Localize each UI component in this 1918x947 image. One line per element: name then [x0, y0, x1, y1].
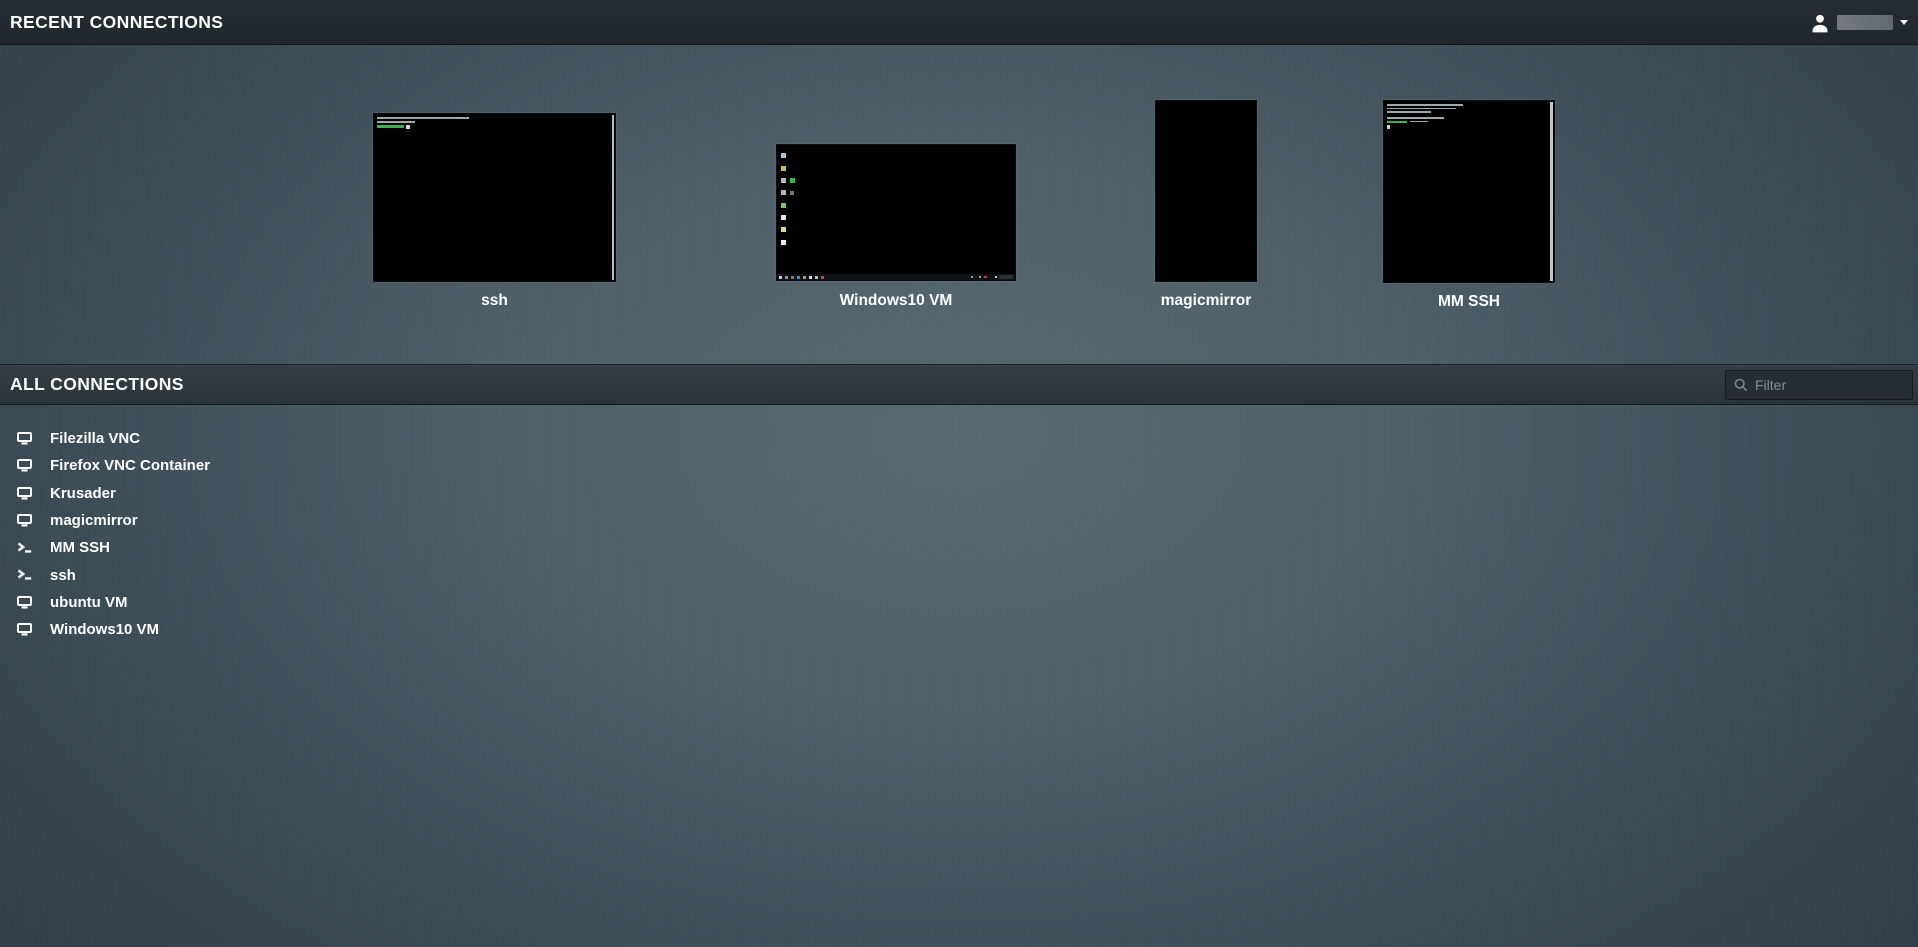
taskbar-icon: [785, 276, 788, 279]
recent-connection-label: MM SSH: [1438, 293, 1500, 311]
connection-item-mm-ssh[interactable]: MM SSH: [0, 534, 600, 561]
connection-label: ubuntu VM: [50, 594, 127, 611]
desktop-icon: [781, 153, 786, 158]
scrollbar: [1550, 102, 1553, 281]
desktop-icon: [781, 178, 786, 183]
monitor-icon: [17, 596, 32, 609]
mm-ssh-terminal-thumbnail: [1383, 100, 1555, 283]
connection-label: Filezilla VNC: [50, 430, 140, 447]
taskbar-icon: [803, 276, 806, 279]
connection-item-magicmirror[interactable]: magicmirror: [0, 507, 600, 534]
monitor-icon: [17, 514, 32, 527]
search-icon: [1734, 378, 1748, 392]
username-redacted: [1837, 15, 1893, 30]
chevron-down-icon: [1900, 20, 1908, 25]
blank-screen-thumbnail: [1155, 100, 1257, 282]
taskbar-icon: [791, 276, 794, 279]
tray-clock: [999, 275, 1013, 279]
connection-item-firefox-vnc-container[interactable]: Firefox VNC Container: [0, 452, 600, 479]
desktop-icon: [790, 191, 794, 195]
filter-box: [1725, 370, 1913, 400]
taskbar: [777, 274, 1015, 280]
recent-connection-label: ssh: [481, 292, 508, 310]
desktop-icon: [781, 190, 786, 195]
taskbar-icon: [779, 276, 782, 279]
taskbar-icon: [815, 276, 818, 279]
top-bar: RECENT CONNECTIONS: [0, 0, 1918, 45]
connection-list: Filezilla VNC Firefox VNC Container Krus…: [0, 425, 600, 643]
desktop-icon: [781, 215, 786, 220]
desktop-icon: [781, 227, 786, 232]
recent-connection-ssh[interactable]: ssh: [373, 113, 616, 313]
desktop-icon: [781, 240, 786, 245]
recent-connections-title: RECENT CONNECTIONS: [0, 12, 223, 33]
tray-icon: [979, 276, 981, 278]
terminal-text-line: [1387, 111, 1431, 113]
recent-connection-windows10-vm[interactable]: Windows10 VM: [776, 144, 1016, 314]
monitor-icon: [17, 459, 32, 472]
terminal-text-line: [1410, 121, 1428, 123]
all-connections-title: ALL CONNECTIONS: [0, 374, 184, 395]
terminal-text-line: [377, 117, 469, 119]
connection-item-filezilla-vnc[interactable]: Filezilla VNC: [0, 425, 600, 452]
tray-icon: [995, 276, 997, 278]
recent-connection-label: magicmirror: [1161, 292, 1251, 310]
terminal-prompt-line: [377, 125, 404, 128]
monitor-icon: [17, 432, 32, 445]
windows-desktop-thumbnail: [776, 144, 1016, 281]
user-menu-button[interactable]: [1806, 0, 1912, 45]
taskbar-icon: [797, 276, 800, 279]
terminal-text-line: [1387, 104, 1463, 106]
terminal-icon: [17, 542, 32, 554]
terminal-text-line: [1387, 108, 1456, 110]
terminal-cursor: [406, 125, 410, 130]
monitor-icon: [17, 623, 32, 636]
desktop-icon: [790, 178, 795, 183]
desktop-icon: [781, 166, 786, 171]
tray-icon: [971, 276, 973, 278]
filter-input[interactable]: [1755, 377, 1904, 393]
connection-label: magicmirror: [50, 512, 138, 529]
ssh-terminal-thumbnail: [373, 113, 616, 282]
all-connections-bar: ALL CONNECTIONS: [0, 364, 1918, 405]
connection-item-ubuntu-vm[interactable]: ubuntu VM: [0, 589, 600, 616]
connection-item-ssh[interactable]: ssh: [0, 561, 600, 588]
terminal-text-line: [377, 121, 415, 123]
terminal-prompt-line: [1387, 121, 1407, 123]
connection-label: MM SSH: [50, 539, 110, 556]
connection-item-krusader[interactable]: Krusader: [0, 480, 600, 507]
tray-icon: [984, 276, 987, 278]
scrollbar: [612, 115, 615, 280]
recent-connection-mm-ssh[interactable]: MM SSH: [1383, 100, 1555, 315]
desktop-icon: [781, 203, 786, 208]
taskbar-icon: [809, 276, 812, 279]
connection-item-windows10-vm[interactable]: Windows10 VM: [0, 616, 600, 643]
connection-label: Krusader: [50, 485, 116, 502]
recent-connection-magicmirror[interactable]: magicmirror: [1155, 100, 1257, 315]
terminal-text-line: [1387, 117, 1444, 119]
terminal-cursor: [1387, 125, 1390, 130]
user-icon: [1810, 13, 1830, 33]
connection-label: Windows10 VM: [50, 621, 159, 638]
connection-label: ssh: [50, 567, 76, 584]
terminal-icon: [17, 569, 32, 581]
monitor-icon: [17, 487, 32, 500]
recent-connection-label: Windows10 VM: [840, 292, 953, 310]
taskbar-icon: [821, 276, 824, 279]
connection-label: Firefox VNC Container: [50, 457, 210, 474]
